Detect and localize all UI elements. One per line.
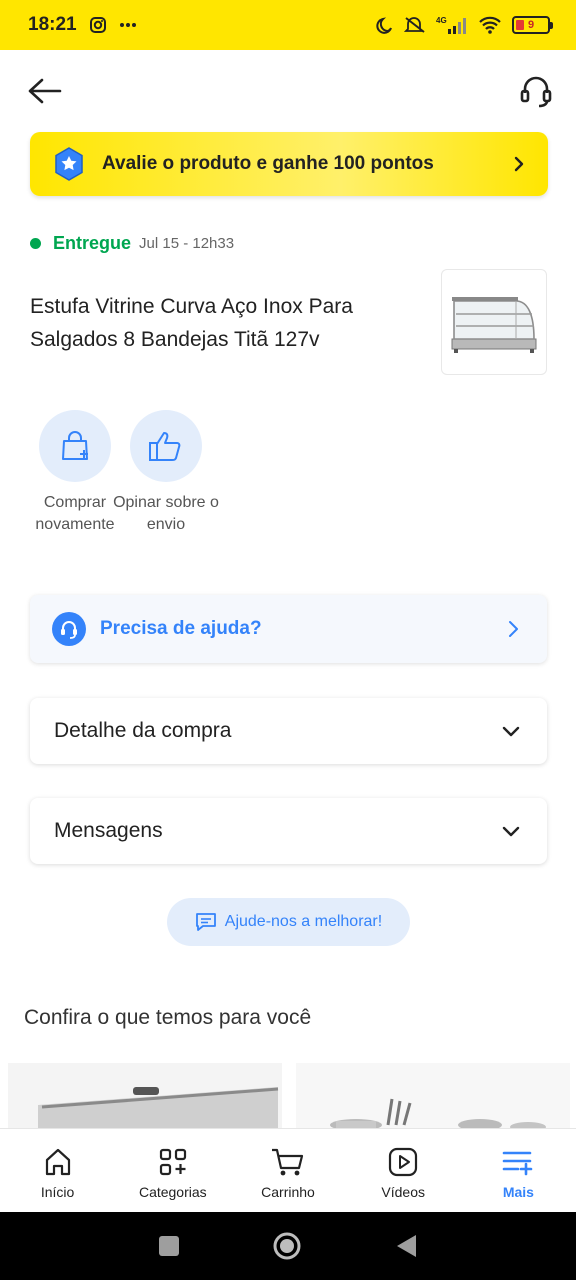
back-button[interactable] [24, 71, 64, 111]
product-title[interactable]: Estufa Vitrine Curva Aço Inox Para Salga… [30, 290, 420, 356]
back-triangle-icon[interactable] [394, 1233, 418, 1259]
chevron-down-icon [502, 726, 520, 737]
messages-title: Mensagens [54, 819, 163, 842]
star-badge-icon [55, 147, 83, 181]
product-image [8, 1063, 282, 1133]
delivery-status: Entregue Jul 15 - 12h33 [30, 233, 234, 254]
mute-icon [404, 16, 426, 34]
rate-shipping-label: Opinar sobre o envio [113, 494, 219, 533]
headset-icon [520, 76, 552, 108]
chevron-right-icon [509, 621, 518, 637]
nav-videos-label: Vídeos [381, 1183, 425, 1200]
more-dots-icon [119, 22, 137, 28]
need-help-text: Precisa de ajuda? [100, 618, 262, 639]
display-case-image [451, 297, 537, 353]
signal-icon: 4G [436, 15, 468, 35]
product-image[interactable] [441, 269, 547, 375]
nav-categories-label: Categorias [138, 1183, 207, 1200]
nav-cart[interactable]: Carrinho [230, 1129, 345, 1212]
rate-shipping-circle [130, 410, 202, 482]
system-navigation-bar [0, 1212, 576, 1280]
status-time: 18:21 [28, 14, 77, 35]
nav-cart-label: Carrinho [261, 1183, 315, 1200]
feedback-text: Ajude-nos a melhorar! [224, 913, 383, 930]
rate-shipping-action[interactable]: Opinar sobre o envio [111, 410, 221, 536]
need-help-card[interactable]: Precisa de ajuda? [30, 595, 547, 663]
nav-more-label: Mais [502, 1183, 534, 1200]
recommendation-card[interactable] [8, 1063, 282, 1133]
battery-icon: 9 [512, 16, 553, 34]
network-label: 4G [436, 16, 447, 25]
promo-text: Avalie o produto e ganhe 100 pontos [102, 153, 434, 174]
arrow-left-icon [28, 78, 62, 104]
nav-home-label: Início [40, 1183, 75, 1200]
categories-icon [159, 1148, 186, 1175]
nav-videos[interactable]: Vídeos [346, 1129, 461, 1212]
status-date: Jul 15 - 12h33 [139, 235, 235, 252]
chat-icon [195, 913, 216, 931]
chevron-down-icon [502, 826, 520, 837]
instagram-icon [89, 16, 107, 34]
status-label: Entregue [53, 233, 132, 253]
recommendations-title: Confira o que temos para você [24, 1006, 312, 1029]
thumbs-up-icon [149, 432, 181, 461]
chevron-right-icon [514, 156, 524, 172]
status-bar: 18:21 4G 9 [0, 0, 576, 50]
battery-level: 9 [527, 19, 535, 31]
messages-accordion[interactable]: Mensagens [30, 798, 547, 864]
order-detail-screen: 18:21 4G 9 Avalie o produto e ganhe 100 … [0, 0, 576, 1280]
product-image [296, 1063, 570, 1133]
buy-again-circle [39, 410, 111, 482]
purchase-detail-title: Detalhe da compra [54, 719, 232, 742]
nav-more[interactable]: Mais [461, 1129, 576, 1212]
home-icon [45, 1148, 70, 1175]
cart-icon [272, 1148, 304, 1175]
support-icon [52, 612, 86, 646]
recents-square-icon[interactable] [158, 1235, 180, 1257]
status-dot [30, 238, 41, 249]
video-icon [389, 1147, 418, 1176]
moon-icon [376, 16, 394, 34]
rate-product-banner[interactable]: Avalie o produto e ganhe 100 pontos [30, 132, 548, 196]
purchase-detail-accordion[interactable]: Detalhe da compra [30, 698, 547, 764]
wifi-icon [478, 16, 502, 34]
home-circle-icon[interactable] [272, 1231, 302, 1261]
nav-home[interactable]: Início [0, 1129, 115, 1212]
bag-plus-icon [62, 431, 88, 460]
recommendation-card[interactable] [296, 1063, 570, 1133]
feedback-button[interactable]: Ajude-nos a melhorar! [167, 898, 410, 946]
menu-plus-icon [503, 1151, 533, 1175]
nav-categories[interactable]: Categorias [115, 1129, 230, 1212]
top-app-bar [0, 50, 576, 132]
support-button[interactable] [516, 71, 556, 111]
bottom-navigation: Início Categorias Carrinho Vídeos Mais [0, 1128, 576, 1212]
